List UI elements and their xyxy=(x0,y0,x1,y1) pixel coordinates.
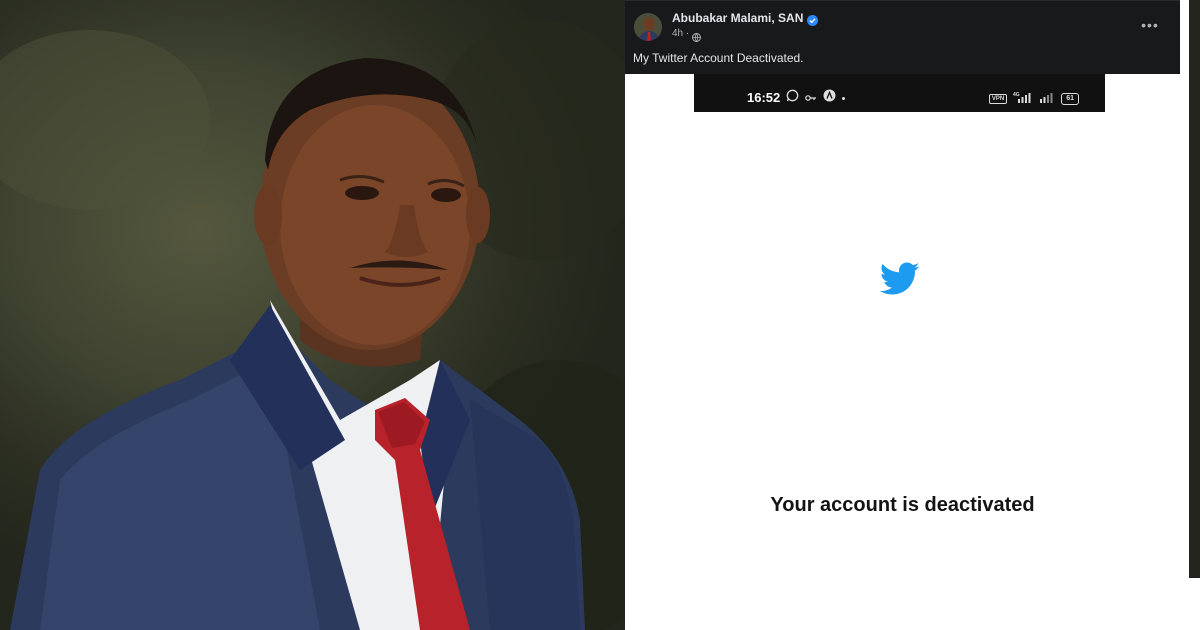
svg-text:4G: 4G xyxy=(1013,92,1020,98)
key-icon xyxy=(805,89,817,107)
deactivated-message: Your account is deactivated xyxy=(770,494,1035,516)
more-options-icon[interactable]: ••• xyxy=(1140,15,1160,35)
avatar-image xyxy=(634,13,662,41)
post-timestamp[interactable]: 4h · xyxy=(672,28,689,39)
verified-badge-icon xyxy=(807,13,819,26)
post-text: My Twitter Account Deactivated. xyxy=(633,51,804,65)
battery-indicator: 61 xyxy=(1061,93,1079,105)
signal-icon xyxy=(1039,90,1055,108)
portrait-photo xyxy=(0,0,625,630)
whatsapp-icon xyxy=(786,89,799,107)
author-name[interactable]: Abubakar Malami, SAN xyxy=(672,11,803,25)
right-edge-photo-sliver xyxy=(1189,0,1200,578)
globe-icon xyxy=(692,29,702,43)
post-header: Abubakar Malami, SAN 4h · ••• My Twitter… xyxy=(625,0,1180,74)
phone-status-bar: 16:52 VPN 4G 61 xyxy=(694,74,1105,112)
vpn-badge: VPN xyxy=(988,94,1008,104)
post-image[interactable]: 16:52 VPN 4G 61 Your account is deactiva… xyxy=(625,74,1180,630)
portrait-illustration xyxy=(0,20,625,630)
app-notification-icon xyxy=(823,89,836,107)
twitter-bird-icon xyxy=(879,262,920,296)
facebook-post: Abubakar Malami, SAN 4h · ••• My Twitter… xyxy=(625,0,1180,630)
avatar[interactable] xyxy=(634,13,662,41)
signal-4g-icon: 4G xyxy=(1013,90,1033,108)
status-time: 16:52 xyxy=(747,90,781,105)
more-notifications-dot xyxy=(842,96,845,100)
